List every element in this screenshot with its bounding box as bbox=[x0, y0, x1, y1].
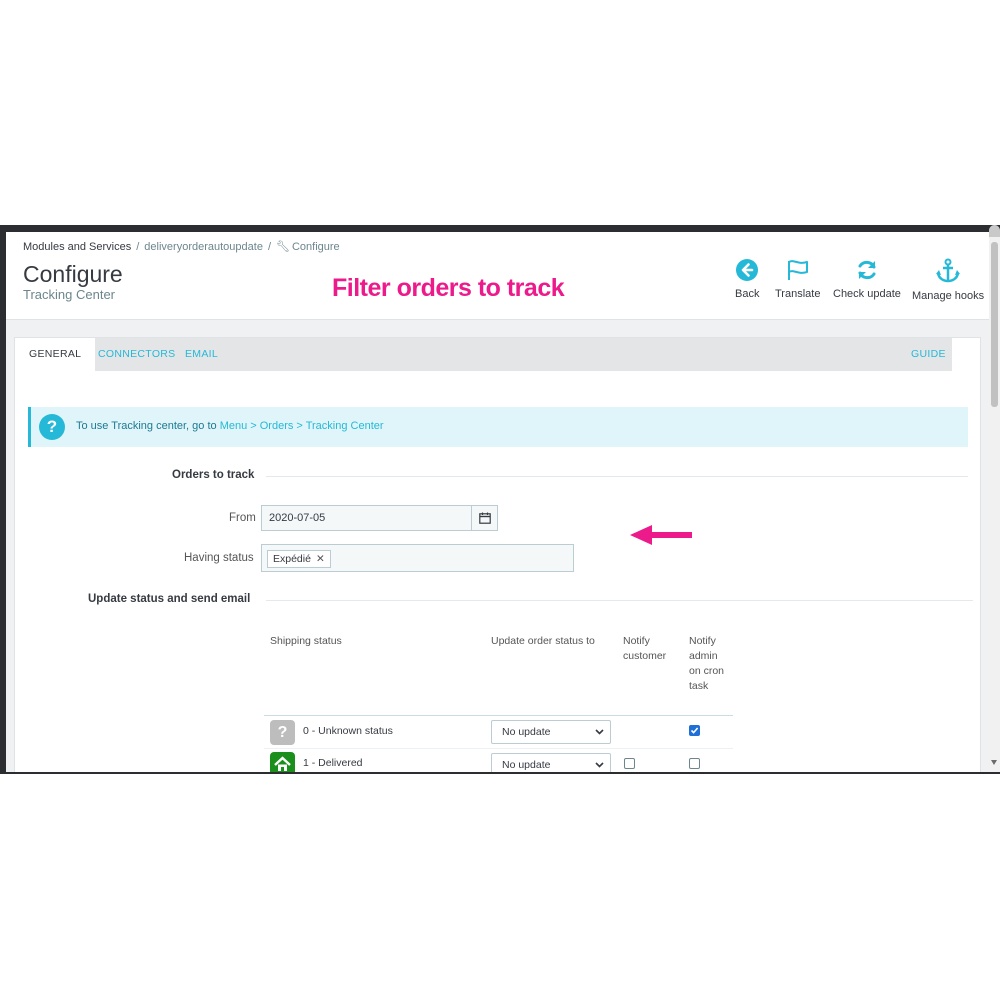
breadcrumb-separator: / bbox=[267, 241, 271, 253]
configuration-panel: GENERAL CONNECTORS EMAIL GUIDE ? To use … bbox=[14, 337, 981, 774]
checkmark-icon bbox=[690, 727, 699, 734]
having-status-label: Having status bbox=[184, 552, 254, 564]
select-value: No update bbox=[502, 759, 551, 771]
tab-email[interactable]: EMAIL bbox=[171, 338, 232, 371]
page-header: Modules and Services / deliveryorderautoup… bbox=[6, 232, 989, 320]
refresh-icon bbox=[858, 260, 876, 280]
back-arrow-icon bbox=[736, 259, 759, 281]
section-divider bbox=[266, 600, 973, 601]
calendar-icon bbox=[479, 512, 491, 524]
tab-guide[interactable]: GUIDE bbox=[897, 338, 960, 371]
status-tag-label: Expédié bbox=[273, 553, 311, 565]
scrollbar[interactable] bbox=[989, 225, 1000, 772]
notify-customer-checkbox[interactable] bbox=[624, 758, 635, 769]
select-value: No update bbox=[502, 726, 551, 738]
scroll-down-arrow-icon[interactable] bbox=[991, 760, 997, 765]
row-divider bbox=[264, 748, 733, 749]
update-status-select[interactable]: No update bbox=[491, 753, 611, 774]
page-subtitle: Tracking Center bbox=[23, 287, 115, 302]
alert-text: To use Tracking center, go to Menu > Ord… bbox=[76, 420, 384, 432]
back-button[interactable]: Back bbox=[735, 258, 759, 300]
section-divider bbox=[266, 476, 968, 477]
wrench-icon: 🔧︎ bbox=[276, 241, 290, 253]
flag-icon bbox=[787, 260, 808, 280]
page-title: Configure bbox=[23, 261, 123, 287]
annotation-title: Filter orders to track bbox=[332, 274, 565, 302]
anchor-icon bbox=[936, 258, 961, 283]
translate-button[interactable]: Translate bbox=[775, 258, 820, 300]
house-shape bbox=[274, 756, 291, 771]
back-label: Back bbox=[735, 288, 760, 300]
alert-text-prefix: To use Tracking center, go to bbox=[76, 420, 217, 432]
breadcrumb-item-configure: Configure bbox=[291, 241, 340, 253]
notify-admin-checkbox[interactable] bbox=[689, 725, 700, 736]
scroll-thumb[interactable] bbox=[991, 242, 998, 407]
manage-hooks-label: Manage hooks bbox=[912, 290, 985, 302]
breadcrumb: Modules and Services / deliveryorderautoup… bbox=[23, 240, 340, 253]
screenshot-frame: Modules and Services / deliveryorderautoup… bbox=[0, 225, 1000, 774]
calendar-button[interactable] bbox=[472, 505, 498, 531]
scroll-cap bbox=[989, 225, 1000, 237]
home-icon bbox=[270, 752, 295, 774]
table-header-line bbox=[264, 715, 733, 716]
manage-hooks-button[interactable]: Manage hooks bbox=[912, 258, 984, 302]
status-tags-input[interactable]: Expédié ✕ bbox=[261, 544, 574, 572]
chevron-down-icon bbox=[595, 762, 604, 768]
from-date-input[interactable]: 2020-07-05 bbox=[261, 505, 472, 531]
question-icon: ? bbox=[270, 720, 295, 745]
chevron-down-icon bbox=[595, 729, 604, 735]
check-update-label: Check update bbox=[833, 288, 901, 300]
update-status-title: Update status and send email bbox=[88, 593, 251, 605]
info-alert: ? To use Tracking center, go to Menu > O… bbox=[28, 407, 968, 447]
check-update-button[interactable]: Check update bbox=[833, 258, 901, 300]
notify-admin-checkbox[interactable] bbox=[689, 758, 700, 769]
col-shipping-status: Shipping status bbox=[270, 635, 342, 647]
breadcrumb-item-module[interactable]: deliveryorderautoupdate bbox=[144, 241, 263, 253]
tab-bar: GENERAL CONNECTORS EMAIL GUIDE bbox=[15, 338, 952, 371]
update-status-select[interactable]: No update bbox=[491, 720, 611, 744]
translate-label: Translate bbox=[775, 288, 821, 300]
orders-to-track-title: Orders to track bbox=[172, 469, 255, 481]
breadcrumb-separator: / bbox=[136, 241, 140, 253]
breadcrumb-item-modules[interactable]: Modules and Services bbox=[23, 241, 131, 253]
col-update-order-status: Update order status to bbox=[491, 635, 595, 647]
question-circle-icon: ? bbox=[39, 414, 65, 440]
col-notify-customer: Notify customer bbox=[623, 635, 667, 662]
remove-tag-icon[interactable]: ✕ bbox=[316, 553, 325, 565]
tracking-center-link[interactable]: Menu > Orders > Tracking Center bbox=[220, 420, 384, 432]
col-notify-admin: Notify admin on cron task bbox=[689, 635, 725, 692]
status-tag: Expédié ✕ bbox=[267, 550, 331, 568]
from-label: From bbox=[229, 512, 256, 524]
browser-frame-top bbox=[0, 225, 1000, 232]
pointer-arrow-icon bbox=[630, 525, 692, 545]
screenshot-bottom-edge bbox=[0, 772, 1000, 774]
status-name: 1 - Delivered bbox=[303, 757, 363, 769]
status-name: 0 - Unknown status bbox=[303, 725, 393, 737]
